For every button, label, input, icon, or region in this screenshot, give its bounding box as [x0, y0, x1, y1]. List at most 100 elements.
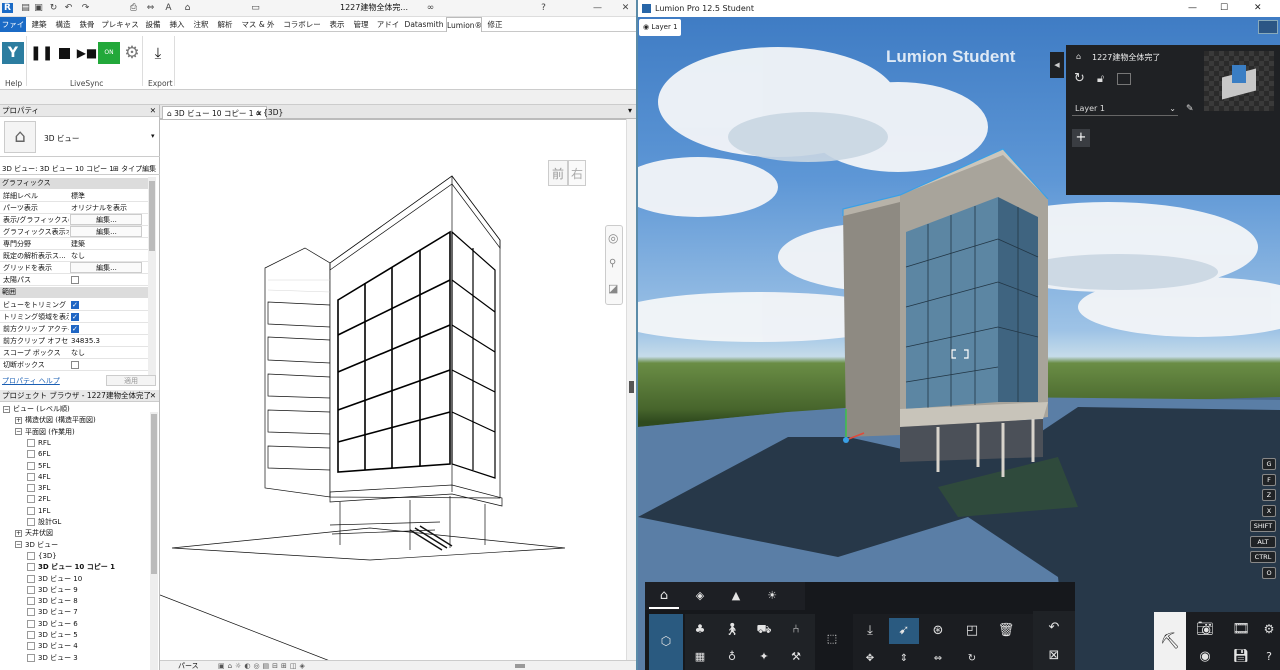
browser-item[interactable]: 3D ビュー 9: [27, 585, 78, 596]
tab-0[interactable]: ファイル: [0, 17, 26, 44]
browser-item[interactable]: + 天井伏図: [15, 528, 53, 539]
unlock-icon[interactable]: 🔓︎: [1097, 72, 1104, 86]
people-icon[interactable]: 🚶︎: [717, 616, 747, 642]
minimize-icon[interactable]: —: [592, 3, 603, 13]
steering-wheel-icon[interactable]: ◎: [608, 231, 618, 245]
build-mode-icon[interactable]: ⛏: [1154, 612, 1186, 670]
camera-sync-icon[interactable]: ▶■: [76, 42, 98, 64]
viewcube-right[interactable]: 右: [568, 160, 586, 186]
settings-gear-icon[interactable]: ⚙: [1254, 616, 1280, 642]
close-icon[interactable]: ✕: [1254, 0, 1262, 17]
zoom-icon[interactable]: ⚲: [609, 258, 616, 269]
tab-1[interactable]: 建築: [28, 17, 50, 32]
eyedropper-icon[interactable]: ✎: [1186, 104, 1194, 114]
property-checkbox[interactable]: [71, 323, 79, 335]
export-icon[interactable]: ⤓: [147, 42, 169, 64]
browser-item[interactable]: + 構造伏図 (構造平面図): [15, 415, 96, 426]
special-fx-icon[interactable]: ✦: [749, 644, 779, 670]
browser-item[interactable]: 3D ビュー 4: [27, 641, 78, 652]
help-icon[interactable]: ?: [1254, 644, 1280, 670]
lumion-help-icon[interactable]: Y: [2, 42, 24, 64]
browser-item[interactable]: 設計GL: [27, 517, 61, 528]
apply-button[interactable]: 適用: [106, 375, 156, 386]
nature-icon[interactable]: ♣: [685, 616, 715, 642]
measure-icon[interactable]: ⇔: [145, 3, 156, 13]
tab-3d[interactable]: ⌂ {3D}: [252, 106, 287, 119]
redo-icon[interactable]: ↷: [80, 3, 91, 13]
property-value[interactable]: オリジナルを表示: [70, 202, 142, 214]
edit-button[interactable]: 編集...: [70, 214, 142, 225]
browser-item[interactable]: 6FL: [27, 449, 50, 460]
property-checkbox[interactable]: [71, 311, 79, 323]
scale-icon[interactable]: ◰: [957, 618, 987, 644]
home-mode-icon[interactable]: ⌂: [649, 583, 679, 609]
expand-icon[interactable]: +: [15, 416, 22, 424]
view-icon[interactable]: [27, 495, 35, 504]
property-value[interactable]: なし: [70, 347, 142, 359]
browser-item[interactable]: 3D ビュー 6: [27, 619, 78, 630]
browser-item[interactable]: 5FL: [27, 461, 50, 472]
horizontal-scroll-thumb[interactable]: [515, 664, 525, 668]
collapse-icon[interactable]: −: [15, 428, 22, 436]
switch-windows-icon[interactable]: ▭: [250, 3, 261, 13]
tab-14[interactable]: Datasmith: [404, 17, 444, 32]
selection-box-icon[interactable]: [1117, 73, 1131, 85]
tab-16[interactable]: 修正: [484, 17, 506, 32]
browser-item[interactable]: 1FL: [27, 506, 50, 517]
close-icon[interactable]: ✕: [150, 390, 156, 402]
property-value[interactable]: 標準: [70, 190, 142, 202]
view-icon[interactable]: [27, 642, 35, 651]
move-icon[interactable]: ✥: [855, 646, 885, 670]
property-value[interactable]: なし: [70, 250, 142, 262]
save-icon[interactable]: ▣: [33, 3, 44, 13]
view-icon[interactable]: [27, 619, 35, 628]
settings-gear-icon[interactable]: ⚙: [121, 42, 143, 64]
view-icon[interactable]: [27, 551, 35, 560]
collapse-icon[interactable]: −: [15, 541, 22, 549]
navigation-menu-icon[interactable]: ◪: [608, 282, 618, 295]
browser-item[interactable]: 4FL: [27, 472, 50, 483]
panorama-mode-icon[interactable]: ◉: [1190, 644, 1220, 670]
move-horizontal-icon[interactable]: ⇔: [923, 646, 953, 670]
browser-item[interactable]: 3D ビュー 5: [27, 630, 78, 641]
revit-3d-viewport[interactable]: 前 右 ◎ ⚲ ◪: [159, 119, 626, 662]
view-icon[interactable]: [27, 450, 35, 459]
property-checkbox[interactable]: [71, 361, 79, 369]
livesync-on-button[interactable]: ON: [98, 42, 120, 64]
browser-item[interactable]: 3D ビュー 3: [27, 653, 78, 664]
deselect-icon[interactable]: ⊠: [1039, 643, 1069, 669]
tab-4[interactable]: プレキャスト: [100, 17, 140, 44]
view-icon[interactable]: [27, 585, 35, 594]
tab-9[interactable]: マス & 外構: [238, 17, 278, 44]
section-graphics[interactable]: グラフィックス: [0, 178, 148, 189]
light-icon[interactable]: ♁: [717, 644, 747, 670]
tab-7[interactable]: 注釈: [190, 17, 212, 32]
close-icon[interactable]: ✕: [150, 105, 156, 117]
undo-icon[interactable]: ↶: [63, 3, 74, 13]
select-arrow-icon[interactable]: ➹: [889, 618, 919, 644]
browser-item[interactable]: 3FL: [27, 483, 50, 494]
browser-item[interactable]: 3D ビュー 7: [27, 607, 78, 618]
close-icon[interactable]: ✕: [620, 3, 631, 13]
utilities-icon[interactable]: ⚒: [781, 644, 811, 670]
tab-13[interactable]: アドイン: [374, 17, 402, 44]
property-checkbox[interactable]: [71, 276, 79, 284]
weather-mode-icon[interactable]: ☀: [757, 583, 787, 609]
pause-icon[interactable]: ❚❚: [30, 42, 53, 64]
collapse-icon[interactable]: −: [3, 405, 10, 413]
tab-12[interactable]: 管理: [350, 17, 372, 32]
view-scrollbar[interactable]: [626, 119, 636, 660]
view-icon[interactable]: [27, 518, 35, 526]
add-layer-button[interactable]: +: [1072, 129, 1090, 147]
undo-icon[interactable]: ↶: [1039, 615, 1069, 641]
browser-item[interactable]: {3D}: [27, 551, 57, 562]
instance-selector[interactable]: 3D ビュー: 3D ビュー 10 コピー 1: [2, 163, 114, 175]
material-mode-icon[interactable]: ◈: [685, 583, 715, 609]
photo-mode-icon[interactable]: 📷︎: [1190, 616, 1220, 642]
edit-button[interactable]: 編集...: [70, 262, 142, 273]
help-icon[interactable]: ?: [538, 3, 549, 13]
property-checkbox[interactable]: [71, 299, 79, 311]
browser-item[interactable]: − ビュー (レベル順): [3, 404, 70, 415]
open-icon[interactable]: ▤: [20, 3, 31, 13]
place-object-icon[interactable]: ⤓: [855, 618, 885, 644]
